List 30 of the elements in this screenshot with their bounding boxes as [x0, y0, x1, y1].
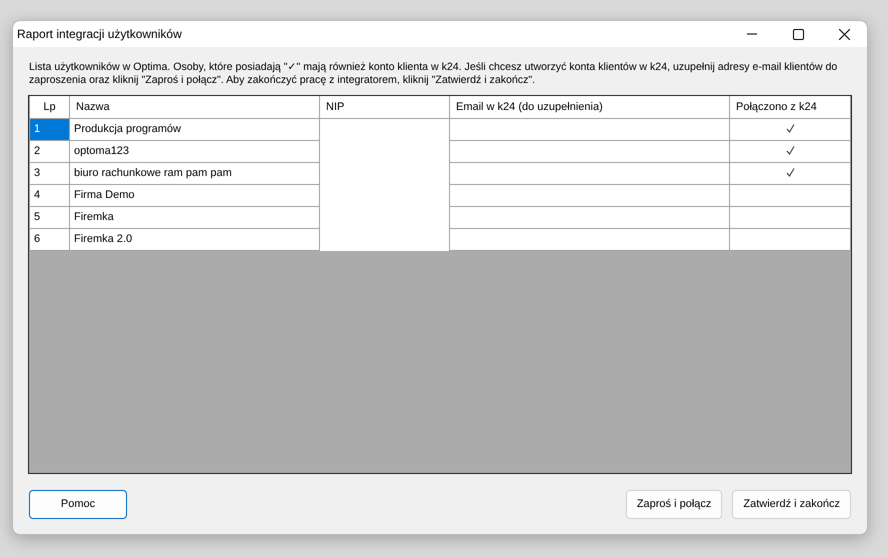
column-header[interactable]: Email w k24 (do uzupełnienia): [450, 96, 730, 118]
email-cell[interactable]: [450, 162, 730, 184]
email-cell[interactable]: [450, 184, 730, 206]
row-number-cell[interactable]: 1: [30, 118, 70, 140]
window-title: Raport integracji użytkowników: [17, 26, 183, 43]
table-cell: biuro rachunkowe ram pam pam: [70, 162, 320, 184]
table-cell: optoma123: [70, 140, 320, 162]
table-cell: Firemka: [70, 206, 320, 228]
help-button[interactable]: Pomoc: [29, 490, 127, 519]
column-header[interactable]: Połączono z k24: [730, 96, 850, 118]
row-number-cell[interactable]: 4: [30, 184, 70, 206]
row-number-cell[interactable]: 6: [30, 228, 70, 250]
table-cell: Produkcja programów: [70, 118, 320, 140]
column-header[interactable]: NIP: [320, 96, 450, 118]
column-header[interactable]: Nazwa: [70, 96, 320, 118]
email-cell[interactable]: [450, 118, 730, 140]
instructions-text: Lista użytkowników w Optima. Osoby, które posiadają "✓" mają również konto klienta w k24. Jeśli chcesz utworzyć konta klientów w k24, uzupełnij adresy e-mail klientów do zaproszenia oraz kliknij "Zaproś i połącz". Aby zakończyć pracę z integratorem, kliknij "Zatwierdź i zakończ".: [28, 60, 838, 88]
email-cell[interactable]: [450, 206, 730, 228]
row-number-cell[interactable]: 2: [30, 140, 70, 162]
column-header[interactable]: Lp: [30, 96, 70, 118]
close-icon: [838, 28, 850, 40]
row-number-cell[interactable]: 3: [30, 162, 70, 184]
table-cell: Firemka 2.0: [70, 228, 320, 250]
maximize-icon: [792, 28, 804, 40]
row-number-cell[interactable]: 5: [30, 206, 70, 228]
email-cell[interactable]: [450, 228, 730, 250]
table-cell: Firma Demo: [70, 184, 320, 206]
confirm-button[interactable]: Zatwierdź i zakończ: [732, 490, 851, 519]
email-cell[interactable]: [450, 140, 730, 162]
invite-button[interactable]: Zaproś i połącz: [626, 490, 722, 519]
